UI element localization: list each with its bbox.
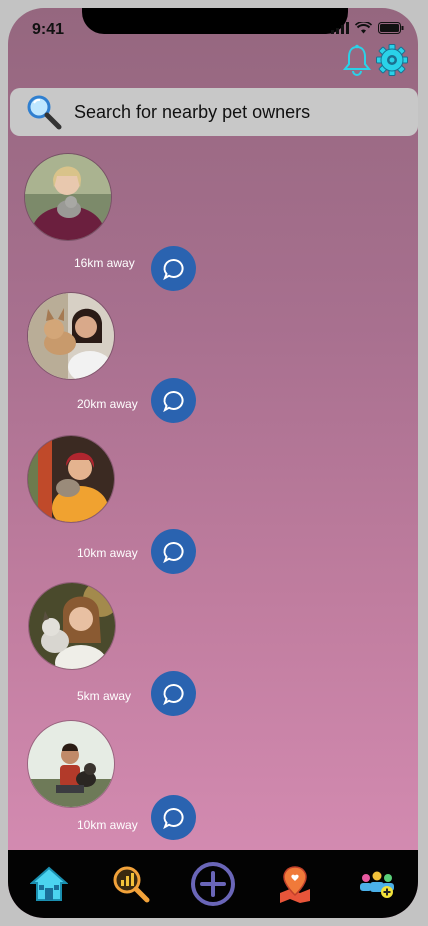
device-notch [82, 8, 348, 34]
bottom-nav [8, 850, 418, 918]
avatar[interactable] [24, 153, 112, 241]
chat-button[interactable] [151, 671, 196, 716]
nav-group[interactable] [353, 860, 401, 908]
chat-button[interactable] [151, 378, 196, 423]
map-pin-icon [280, 866, 310, 903]
chat-button[interactable] [151, 529, 196, 574]
distance-label: 20km away [77, 397, 138, 411]
search-bar[interactable]: Search for nearby pet owners [10, 88, 418, 136]
nav-map[interactable] [271, 860, 319, 908]
battery-icon [378, 22, 404, 34]
nav-stats-search[interactable] [107, 860, 155, 908]
distance-label: 10km away [77, 818, 138, 832]
chat-bubble-icon [162, 258, 184, 280]
distance-label: 5km away [77, 689, 132, 703]
home-icon [30, 866, 68, 901]
add-icon [191, 862, 235, 906]
chat-button[interactable] [151, 246, 196, 291]
distance-label: 10km away [77, 546, 138, 560]
chat-bubble-icon [162, 390, 184, 412]
status-icons [331, 22, 404, 34]
chat-bubble-icon [162, 541, 184, 563]
avatar[interactable] [27, 292, 115, 380]
gear-icon[interactable] [376, 44, 408, 76]
bell-icon[interactable] [342, 44, 372, 76]
chat-bubble-icon [162, 807, 184, 829]
avatar[interactable] [27, 435, 115, 523]
chat-bubble-icon [162, 683, 184, 705]
distance-label: 16km away [74, 256, 135, 270]
phone-screen: 9:41 Search for nearby pet owners 16km a… [8, 8, 418, 918]
signal-icon [331, 22, 349, 34]
nav-home[interactable] [25, 860, 73, 908]
chat-button[interactable] [151, 795, 196, 840]
wifi-icon [355, 22, 372, 34]
search-placeholder: Search for nearby pet owners [74, 101, 311, 122]
group-add-icon [360, 871, 394, 898]
nav-add[interactable] [189, 860, 237, 908]
avatar[interactable] [27, 720, 115, 808]
header-actions [342, 44, 408, 76]
search-icon [27, 95, 62, 130]
stats-search-icon [113, 866, 150, 903]
avatar[interactable] [28, 582, 116, 670]
status-time: 9:41 [32, 21, 65, 38]
